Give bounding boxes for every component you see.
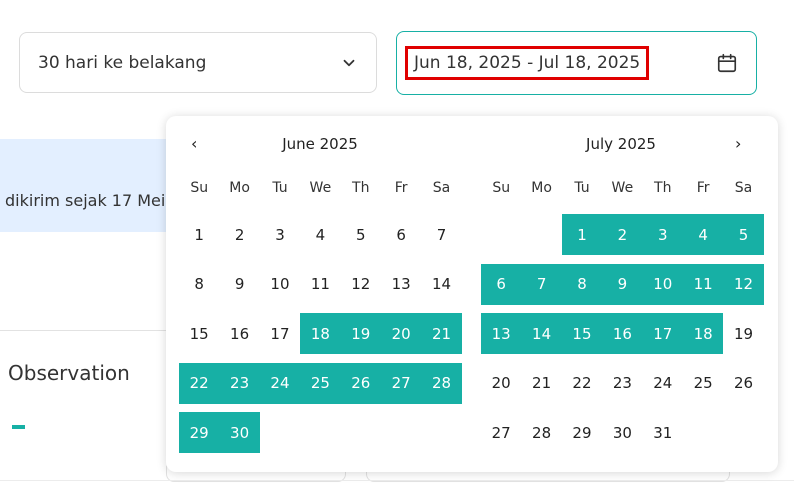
day-cell[interactable]: 11 — [300, 264, 340, 305]
weekday-label: Th — [654, 180, 672, 196]
day-cell[interactable]: 17 — [642, 313, 683, 354]
day-cell[interactable]: 14 — [421, 264, 461, 305]
section-title: Observation — [8, 361, 130, 385]
weekday-label: Su — [190, 180, 209, 196]
divider — [0, 330, 170, 331]
day-cell[interactable]: 5 — [723, 214, 764, 255]
day-cell[interactable]: 8 — [179, 264, 219, 305]
day-cell[interactable]: 23 — [602, 363, 642, 404]
weekday-label: We — [309, 180, 332, 196]
july-day-grid: 1 2 3 4 5 6 7 8 9 10 11 12 13 14 15 16 17 18 19 20 21 22 23 24 2… — [481, 214, 764, 453]
day-cell[interactable]: 26 — [723, 363, 763, 404]
day-cell[interactable]: 29 — [179, 412, 220, 453]
day-cell[interactable]: 13 — [381, 264, 421, 305]
weekday-label: Tu — [272, 180, 288, 196]
day-cell[interactable]: 29 — [562, 412, 602, 453]
day-cell[interactable]: 17 — [260, 313, 300, 354]
date-picker-popup: ‹ › June 2025 July 2025 Su Mo Tu We Th F… — [166, 116, 778, 472]
day-cell[interactable]: 8 — [561, 263, 603, 305]
weekday-label: Su — [492, 180, 511, 196]
calendar-icon[interactable] — [716, 52, 738, 74]
day-cell[interactable]: 7 — [421, 214, 461, 255]
day-cell[interactable]: 18 — [682, 313, 724, 354]
day-cell[interactable]: 11 — [682, 263, 724, 305]
day-cell[interactable]: 16 — [602, 313, 643, 354]
weekday-header: Su Mo Tu We Th Fr Sa — [481, 180, 761, 196]
day-cell[interactable]: 4 — [300, 214, 340, 255]
weekday-label: We — [611, 180, 634, 196]
day-cell[interactable]: 23 — [219, 362, 260, 404]
day-cell[interactable]: 24 — [259, 362, 301, 404]
day-cell[interactable]: 27 — [481, 412, 521, 453]
day-cell[interactable]: 21 — [521, 363, 561, 404]
day-cell[interactable]: 28 — [521, 412, 561, 453]
weekday-label: Mo — [229, 180, 250, 196]
day-cell[interactable]: 30 — [602, 412, 642, 453]
day-cell[interactable]: 27 — [380, 362, 422, 404]
day-cell[interactable]: 5 — [341, 214, 381, 255]
day-cell[interactable]: 12 — [341, 264, 381, 305]
empty-day-cell — [481, 214, 521, 255]
info-banner: dikirim sejak 17 Mei 2 — [0, 139, 181, 232]
day-cell[interactable]: 15 — [561, 313, 603, 354]
weekday-label: Fr — [394, 180, 408, 196]
day-cell[interactable]: 22 — [562, 363, 602, 404]
day-cell[interactable]: 12 — [723, 263, 764, 305]
day-cell[interactable]: 22 — [179, 362, 220, 404]
day-cell[interactable]: 25 — [300, 362, 341, 404]
month-title: June 2025 — [282, 135, 358, 153]
day-cell[interactable]: 31 — [643, 412, 683, 453]
day-cell[interactable]: 26 — [340, 362, 381, 404]
june-day-grid: 1 2 3 4 5 6 7 8 9 10 11 12 13 14 15 16 17 18 19 20 21 22 23 24 2… — [179, 214, 462, 453]
day-cell[interactable]: 1 — [561, 214, 603, 255]
day-cell[interactable]: 18 — [300, 313, 341, 354]
day-cell[interactable]: 3 — [260, 214, 300, 255]
day-cell[interactable]: 1 — [179, 214, 219, 255]
chevron-down-icon — [343, 59, 355, 66]
day-cell[interactable]: 28 — [421, 362, 462, 404]
day-cell[interactable]: 14 — [521, 313, 562, 354]
day-cell[interactable]: 2 — [602, 214, 643, 255]
day-cell[interactable]: 30 — [219, 412, 260, 453]
day-cell[interactable]: 3 — [642, 214, 683, 255]
day-cell[interactable]: 20 — [380, 313, 422, 354]
empty-day-cell — [521, 214, 561, 255]
day-cell[interactable]: 6 — [481, 263, 522, 305]
weekday-label: Tu — [574, 180, 590, 196]
day-cell[interactable]: 9 — [602, 263, 643, 305]
date-range-text: Jun 18, 2025 - Jul 18, 2025 — [405, 46, 650, 80]
weekday-label: Sa — [734, 180, 753, 196]
weekday-label: Mo — [531, 180, 552, 196]
day-cell[interactable]: 2 — [219, 214, 259, 255]
day-cell[interactable]: 24 — [643, 363, 683, 404]
day-cell[interactable]: 10 — [642, 263, 683, 305]
day-cell[interactable]: 13 — [481, 313, 522, 354]
day-cell[interactable]: 10 — [260, 264, 300, 305]
day-cell[interactable]: 7 — [521, 263, 562, 305]
accent-dash — [12, 425, 25, 429]
day-cell[interactable]: 19 — [340, 313, 381, 354]
day-cell[interactable]: 4 — [682, 214, 724, 255]
day-cell[interactable]: 19 — [723, 313, 763, 354]
range-select[interactable]: 30 hari ke belakang — [19, 32, 377, 93]
weekday-header: Su Mo Tu We Th Fr Sa — [179, 180, 459, 196]
weekday-label: Sa — [432, 180, 451, 196]
divider — [0, 480, 794, 481]
weekday-label: Fr — [696, 180, 710, 196]
day-cell[interactable]: 9 — [219, 264, 259, 305]
info-banner-text: dikirim sejak 17 Mei 2 — [5, 191, 181, 210]
day-cell[interactable]: 25 — [683, 363, 723, 404]
weekday-label: Th — [352, 180, 370, 196]
month-title: July 2025 — [586, 135, 656, 153]
day-cell[interactable]: 21 — [421, 313, 462, 354]
day-cell[interactable]: 6 — [381, 214, 421, 255]
day-cell[interactable]: 15 — [179, 313, 219, 354]
day-cell[interactable]: 16 — [219, 313, 259, 354]
date-range-input[interactable]: Jun 18, 2025 - Jul 18, 2025 — [396, 31, 757, 95]
range-select-value: 30 hari ke belakang — [38, 52, 207, 73]
day-cell[interactable]: 20 — [481, 363, 521, 404]
